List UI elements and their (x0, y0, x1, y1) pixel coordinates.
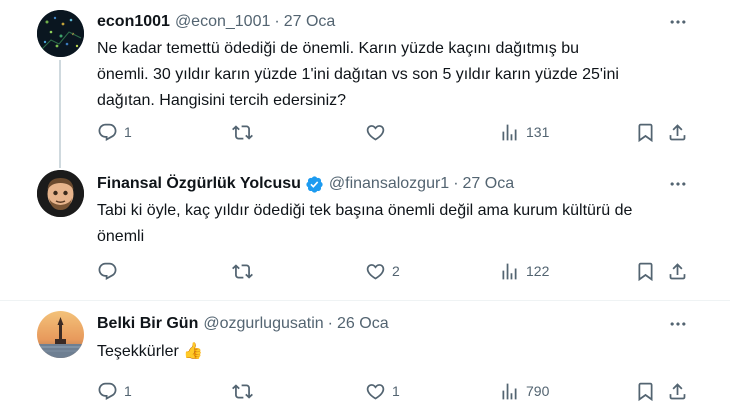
share-icon (667, 122, 688, 143)
avatar-image (37, 10, 84, 57)
views-button[interactable]: 131 (499, 120, 549, 144)
views-icon (499, 261, 520, 282)
reply-icon (97, 381, 118, 402)
more-icon[interactable] (668, 12, 688, 32)
tweet-belki-bir-gun[interactable]: Belki Bir Gün @ozgurlugusatin · 26 Oca T… (0, 301, 730, 420)
like-button[interactable]: 2 (365, 259, 400, 283)
like-button[interactable] (365, 120, 392, 144)
reply-button[interactable]: 1 (97, 379, 132, 403)
reply-icon (97, 122, 118, 143)
author-handle[interactable]: @finansalozgur1 (329, 175, 449, 193)
retweet-icon (232, 261, 253, 282)
share-button[interactable] (667, 120, 688, 144)
tweet-time[interactable]: 27 Oca (463, 175, 515, 193)
views-count: 122 (526, 263, 550, 279)
tweet-text-line: önemli (97, 228, 145, 245)
bookmark-button[interactable] (635, 259, 656, 283)
like-count: 1 (392, 383, 400, 399)
verified-badge-icon (305, 175, 324, 194)
tweet-text: Teşekkürler 👍 (97, 339, 687, 365)
views-icon (499, 381, 520, 402)
reply-count: 1 (124, 124, 132, 140)
author-handle[interactable]: @ozgurlugusatin (203, 315, 323, 333)
avatar-image (37, 311, 84, 358)
like-icon (365, 261, 386, 282)
avatar[interactable] (37, 170, 84, 217)
more-icon[interactable] (668, 174, 688, 194)
tweet-actions: 1 131 (97, 120, 697, 144)
bookmark-icon (635, 261, 656, 282)
tweet-header: econ1001 @econ_1001 · 27 Oca (97, 12, 335, 32)
tweet-time[interactable]: 26 Oca (337, 315, 389, 333)
author-name[interactable]: Finansal Özgürlük Yolcusu (97, 175, 301, 193)
views-button[interactable]: 122 (499, 259, 549, 283)
views-count: 131 (526, 124, 550, 140)
views-button[interactable]: 790 (499, 379, 549, 403)
tweet-text-line: önemli. 30 yıldır karın yüzde 1'ini dağı… (97, 66, 619, 83)
share-icon (667, 261, 688, 282)
views-count: 790 (526, 383, 550, 399)
reply-icon (97, 261, 118, 282)
bookmark-button[interactable] (635, 120, 656, 144)
avatar-image (37, 170, 84, 217)
tweet-actions: 2 122 (97, 259, 697, 283)
like-button[interactable]: 1 (365, 379, 400, 403)
separator-dot: · (327, 315, 333, 332)
tweet-text-line: Teşekkürler 👍 (97, 343, 204, 360)
separator-dot: · (274, 13, 280, 30)
tweet-time[interactable]: 27 Oca (284, 13, 336, 31)
reply-button[interactable]: 1 (97, 120, 132, 144)
separator-dot: · (453, 175, 459, 192)
bookmark-button[interactable] (635, 379, 656, 403)
views-icon (499, 122, 520, 143)
tweet-text-line: Ne kadar temettü ödediği de önemli. Karı… (97, 40, 580, 57)
reply-count: 1 (124, 383, 132, 399)
reply-button[interactable] (97, 259, 124, 283)
share-button[interactable] (667, 259, 688, 283)
like-count: 2 (392, 263, 400, 279)
retweet-button[interactable] (232, 259, 259, 283)
tweet-text: Ne kadar temettü ödediği de önemli. Karı… (97, 36, 687, 114)
tweet-actions: 1 1 790 (97, 379, 697, 403)
retweet-icon (232, 122, 253, 143)
tweet-finansal-ozgurluk-yolcusu[interactable]: Finansal Özgürlük Yolcusu @finansalozgur… (0, 160, 730, 300)
tweet-header: Finansal Özgürlük Yolcusu @finansalozgur… (97, 174, 514, 194)
like-icon (365, 122, 386, 143)
tweet-text-line: dağıtan. Hangisini tercih edersiniz? (97, 92, 347, 109)
author-name[interactable]: Belki Bir Gün (97, 315, 198, 333)
share-icon (667, 381, 688, 402)
retweet-button[interactable] (232, 379, 259, 403)
tweet-text-line: Tabi ki öyle, kaç yıldır ödediği tek baş… (97, 202, 633, 219)
tweet-text: Tabi ki öyle, kaç yıldır ödediği tek baş… (97, 198, 687, 250)
like-icon (365, 381, 386, 402)
retweet-button[interactable] (232, 120, 259, 144)
avatar[interactable] (37, 10, 84, 57)
more-icon[interactable] (668, 314, 688, 334)
avatar[interactable] (37, 311, 84, 358)
tweet-header: Belki Bir Gün @ozgurlugusatin · 26 Oca (97, 314, 389, 334)
bookmark-icon (635, 381, 656, 402)
share-button[interactable] (667, 379, 688, 403)
author-handle[interactable]: @econ_1001 (175, 13, 270, 31)
bookmark-icon (635, 122, 656, 143)
retweet-icon (232, 381, 253, 402)
author-name[interactable]: econ1001 (97, 13, 170, 31)
tweet-econ1001[interactable]: econ1001 @econ_1001 · 27 Oca Ne kadar te… (0, 0, 730, 170)
